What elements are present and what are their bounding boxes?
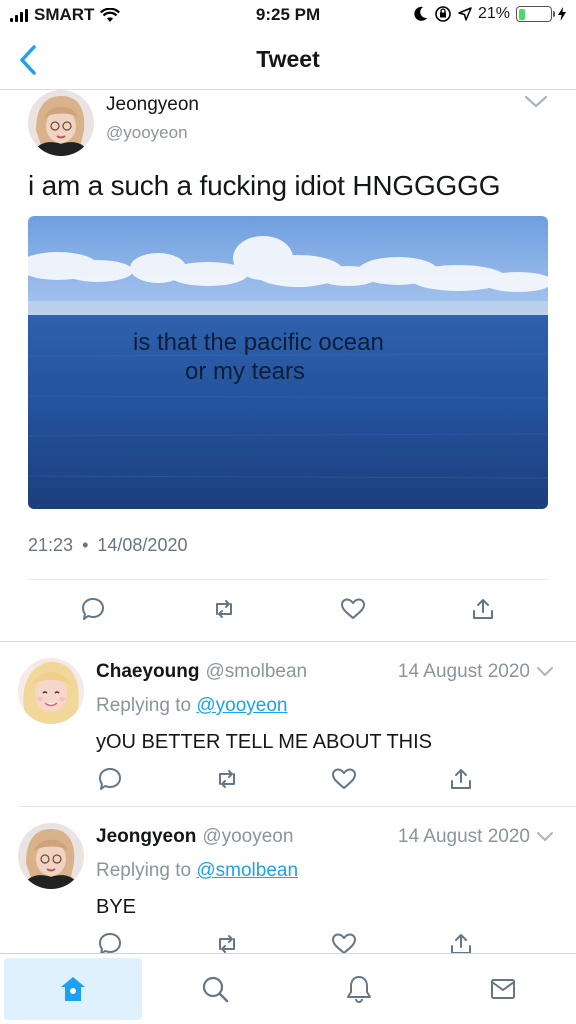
replying-to-link[interactable]: @yooyeon: [196, 695, 287, 716]
reply-author-handle[interactable]: @yooyeon: [202, 826, 293, 847]
avatar[interactable]: [28, 90, 94, 156]
nav-header: Tweet: [0, 32, 576, 90]
divider: [28, 579, 548, 580]
search-icon: [202, 976, 229, 1003]
status-bar: SMART 9:25 PM 21%: [0, 0, 576, 32]
reply-actions: [0, 766, 576, 796]
page-title: Tweet: [256, 46, 320, 72]
chevron-down-icon[interactable]: [536, 831, 554, 843]
avatar[interactable]: [18, 823, 84, 889]
image-caption-line1: is that the pacific ocean: [133, 329, 384, 356]
reply-author-name[interactable]: Chaeyoung: [96, 661, 199, 682]
image-caption: is that the pacific ocean or my tears: [133, 328, 384, 386]
status-right: 21%: [414, 5, 566, 23]
reply-author[interactable]: Chaeyoung @smolbean: [96, 661, 307, 683]
reply-author[interactable]: Jeongyeon @yooyeon: [96, 826, 293, 848]
avatar[interactable]: [18, 658, 84, 724]
battery-fill: [518, 8, 525, 20]
tweet-image[interactable]: is that the pacific ocean or my tears: [28, 216, 548, 509]
orientation-lock-icon: [435, 6, 451, 22]
share-icon[interactable]: [470, 596, 496, 622]
reply-text: BYE: [96, 896, 137, 918]
tweet-date: 14/08/2020: [97, 535, 188, 555]
replying-to: Replying to @smolbean: [96, 860, 298, 882]
home-icon: [61, 977, 85, 1001]
image-caption-line2: or my tears: [185, 358, 306, 385]
charging-bolt-icon: [558, 7, 566, 21]
retweet-icon[interactable]: [211, 596, 237, 622]
tab-bar: [0, 953, 576, 1024]
replying-to: Replying to @yooyeon: [96, 695, 287, 717]
reply-author-name[interactable]: Jeongyeon: [96, 826, 196, 847]
like-icon[interactable]: [340, 596, 366, 622]
retweet-icon[interactable]: [214, 766, 240, 792]
replying-to-label: Replying to: [96, 695, 192, 716]
tweet-timestamp: 21:23 • 14/08/2020: [28, 535, 187, 556]
author-name[interactable]: Jeongyeon: [106, 94, 199, 116]
reply-text: yOU BETTER TELL ME ABOUT THIS: [96, 731, 433, 753]
tweet-time: 21:23: [28, 535, 74, 555]
reply-icon[interactable]: [97, 766, 123, 792]
tweet-actions: [0, 596, 576, 626]
battery-icon: [516, 6, 555, 22]
location-icon: [458, 7, 472, 21]
meta-separator: •: [82, 535, 89, 555]
chevron-down-icon[interactable]: [536, 666, 554, 678]
tab-notifications[interactable]: [290, 958, 428, 1020]
share-icon[interactable]: [448, 766, 474, 792]
reply-author-handle[interactable]: @smolbean: [205, 661, 307, 682]
reply-icon[interactable]: [80, 596, 106, 622]
tab-search[interactable]: [146, 958, 284, 1020]
like-icon[interactable]: [331, 766, 357, 792]
tab-messages[interactable]: [434, 958, 572, 1020]
tweet-text: i am a such a fucking idiot HNGGGGG: [28, 170, 501, 201]
reply-date: 14 August 2020: [397, 826, 530, 847]
moon-icon: [414, 6, 427, 21]
replying-to-link[interactable]: @smolbean: [196, 860, 298, 881]
reply-divider: [18, 806, 576, 807]
chevron-down-icon[interactable]: [524, 94, 548, 110]
battery-percent: 21%: [477, 5, 510, 22]
tab-home[interactable]: [4, 958, 142, 1020]
replying-to-label: Replying to: [96, 860, 192, 881]
bell-icon: [347, 976, 371, 1003]
section-divider: [0, 641, 576, 642]
reply-date: 14 August 2020: [397, 661, 530, 682]
mail-icon: [491, 979, 515, 999]
author-handle[interactable]: @yooyeon: [106, 123, 188, 143]
